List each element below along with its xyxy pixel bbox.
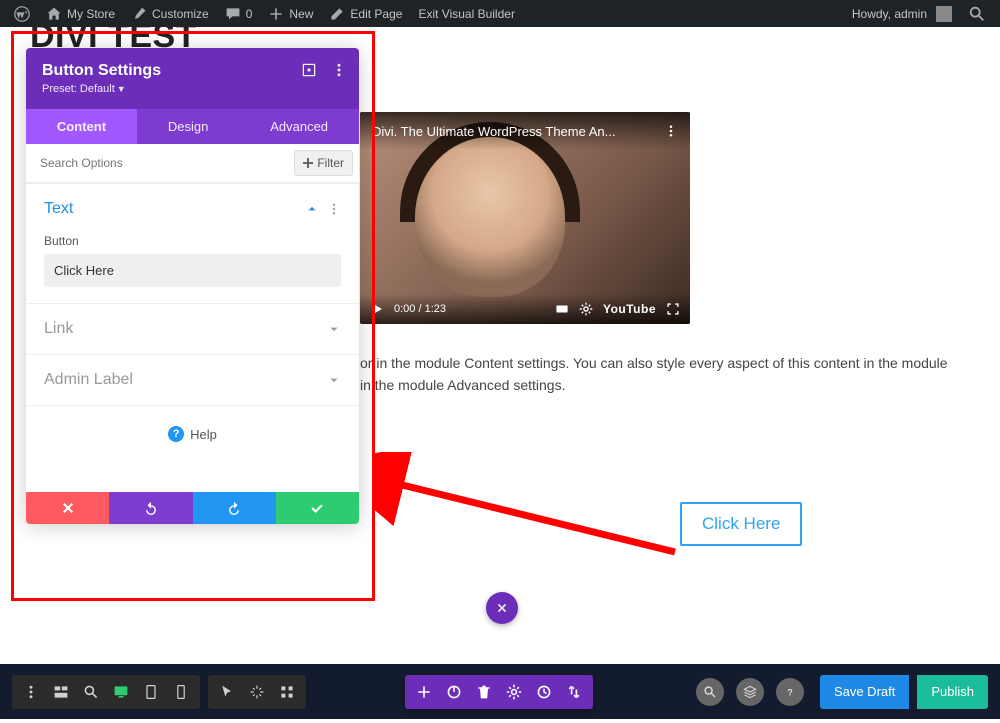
layers-icon <box>743 685 757 699</box>
close-icon <box>61 501 75 515</box>
more-vert-icon[interactable] <box>664 124 678 138</box>
add-module[interactable] <box>409 675 439 709</box>
gear-icon <box>506 684 522 700</box>
more-vert-icon <box>23 684 39 700</box>
filter-button[interactable]: Filter <box>294 150 353 176</box>
bar-group-center <box>405 675 593 709</box>
undo-icon <box>144 501 158 515</box>
arrows-icon <box>566 684 582 700</box>
more-vert-icon[interactable] <box>327 202 341 216</box>
expand-icon[interactable] <box>301 62 317 78</box>
wireframe-icon <box>53 684 69 700</box>
desktop-view[interactable] <box>106 675 136 709</box>
help[interactable]: ? <box>776 678 804 706</box>
phone-view[interactable] <box>166 675 196 709</box>
search-row: Filter <box>26 144 359 183</box>
save-draft-button[interactable]: Save Draft <box>820 675 909 709</box>
layers[interactable] <box>736 678 764 706</box>
close-icon <box>496 602 508 614</box>
tab-design[interactable]: Design <box>137 109 239 144</box>
trash-icon <box>476 684 492 700</box>
sparkle-icon <box>249 684 265 700</box>
bar-group-views <box>208 675 306 709</box>
modal-actions <box>26 492 359 524</box>
history[interactable] <box>529 675 559 709</box>
body-paragraph: or in the module Content settings. You c… <box>360 352 960 396</box>
play-icon[interactable] <box>370 302 384 316</box>
section-link-header[interactable]: Link <box>26 304 359 354</box>
redo-icon <box>227 501 241 515</box>
redo-button[interactable] <box>193 492 276 524</box>
module-settings-modal: Button Settings Preset: Default▼ Content… <box>26 48 359 524</box>
bar-group-left <box>12 675 200 709</box>
tablet-icon <box>143 684 159 700</box>
builder-bar: ? Save Draft Publish <box>0 664 1000 719</box>
fullscreen-icon[interactable] <box>666 302 680 316</box>
help-link[interactable]: ? Help <box>26 405 359 492</box>
power-icon <box>446 684 462 700</box>
grid-view[interactable] <box>272 675 302 709</box>
clear-layout[interactable] <box>469 675 499 709</box>
preset-dropdown[interactable]: Preset: Default▼ <box>42 83 343 95</box>
zoom-view[interactable] <box>76 675 106 709</box>
page-settings[interactable] <box>439 675 469 709</box>
chevron-down-icon <box>327 322 341 336</box>
search-icon <box>703 685 717 699</box>
chevron-down-icon <box>327 373 341 387</box>
save-button[interactable] <box>276 492 359 524</box>
more-vert-icon[interactable] <box>331 62 347 78</box>
video-embed[interactable]: Divi. The Ultimate WordPress Theme An...… <box>360 112 690 324</box>
publish-button[interactable]: Publish <box>917 675 988 709</box>
search-icon <box>968 5 986 23</box>
click-view[interactable] <box>242 675 272 709</box>
youtube-logo[interactable]: YouTube <box>603 302 656 316</box>
builder-toggle-fab[interactable] <box>486 592 518 624</box>
wordpress-icon <box>14 6 30 22</box>
section-admin-label-header[interactable]: Admin Label <box>26 355 359 405</box>
button-text-input[interactable] <box>44 254 341 287</box>
field-label-button: Button <box>44 234 341 248</box>
phone-icon <box>173 684 189 700</box>
modal-title: Button Settings <box>42 62 343 80</box>
video-time: 0:00 / 1:23 <box>394 303 446 315</box>
plus-icon <box>303 158 313 168</box>
gear-icon[interactable] <box>579 302 593 316</box>
check-icon <box>310 501 324 515</box>
modal-header[interactable]: Button Settings Preset: Default▼ <box>26 48 359 109</box>
desktop-icon <box>113 684 129 700</box>
grid-icon <box>279 684 295 700</box>
annotation-arrow <box>375 452 695 572</box>
tab-advanced[interactable]: Advanced <box>239 109 359 144</box>
undo-button[interactable] <box>109 492 192 524</box>
tablet-view[interactable] <box>136 675 166 709</box>
video-title: Divi. The Ultimate WordPress Theme An... <box>372 124 615 139</box>
svg-text:?: ? <box>787 687 793 697</box>
history-icon <box>536 684 552 700</box>
cursor-icon <box>219 684 235 700</box>
more-vert[interactable] <box>16 675 46 709</box>
button-preview[interactable]: Click Here <box>680 502 802 546</box>
question-icon: ? <box>783 685 797 699</box>
plus-icon <box>416 684 432 700</box>
help-icon: ? <box>168 426 184 442</box>
captions-icon[interactable] <box>555 302 569 316</box>
find-replace[interactable] <box>696 678 724 706</box>
modal-tabs: Content Design Advanced <box>26 109 359 144</box>
zoom-icon <box>83 684 99 700</box>
section-text-header[interactable]: Text <box>26 184 359 234</box>
wireframe-view[interactable] <box>46 675 76 709</box>
hover-view[interactable] <box>212 675 242 709</box>
tab-content[interactable]: Content <box>26 109 137 144</box>
portability[interactable] <box>559 675 589 709</box>
search-input[interactable] <box>26 144 288 182</box>
global-settings[interactable] <box>499 675 529 709</box>
discard-button[interactable] <box>26 492 109 524</box>
chevron-up-icon <box>305 202 319 216</box>
